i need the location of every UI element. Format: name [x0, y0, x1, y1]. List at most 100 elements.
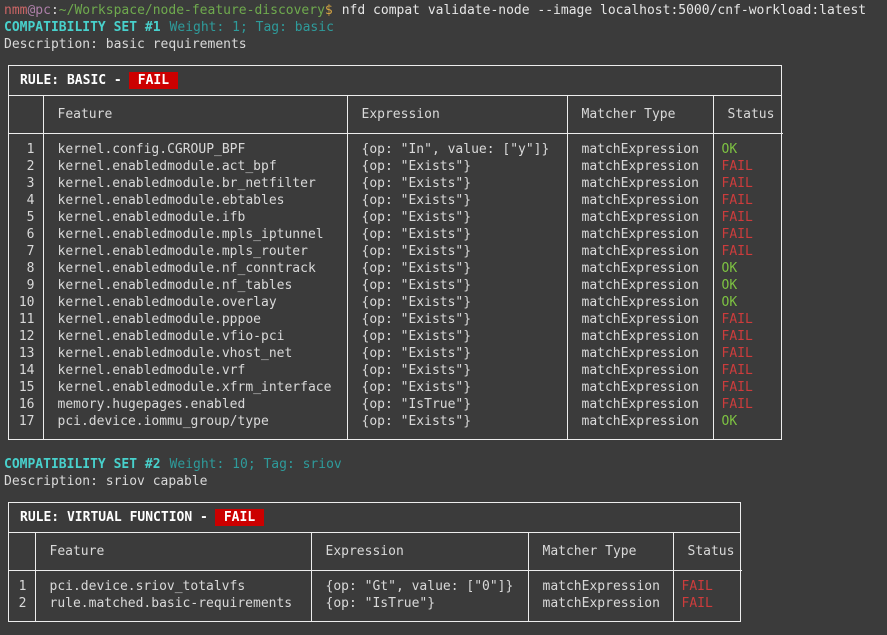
set-meta: Weight: 10; Tag: sriov: [161, 457, 342, 472]
matcher-type-cell: matchExpression: [567, 345, 713, 362]
status-cell: FAIL: [713, 226, 783, 243]
table-header-row: Feature Expression Matcher Type Status: [9, 533, 742, 571]
rule-table-virtual-function: RULE: VIRTUAL FUNCTION - FAIL Feature Exp…: [8, 502, 741, 622]
matcher-type-cell: matchExpression: [567, 134, 713, 159]
table-row: 16memory.hugepages.enabled{op: "IsTrue"}…: [9, 396, 783, 413]
rule-table: Feature Expression Matcher Type Status 1…: [9, 96, 783, 439]
expression-cell: {op: "Exists"}: [347, 294, 567, 311]
matcher-type-cell: matchExpression: [567, 260, 713, 277]
table-row: 4kernel.enabledmodule.ebtables{op: "Exis…: [9, 192, 783, 209]
rule-label: RULE: BASIC -: [20, 73, 122, 88]
feature-cell: kernel.enabledmodule.act_bpf: [43, 158, 347, 175]
rule-status-badge: FAIL: [129, 72, 178, 89]
compatibility-set-2: COMPATIBILITY SET #2Weight: 10; Tag: sri…: [4, 456, 887, 622]
status-cell: FAIL: [713, 175, 783, 192]
table-row: 3kernel.enabledmodule.br_netfilter{op: "…: [9, 175, 783, 192]
matcher-type-cell: matchExpression: [567, 277, 713, 294]
expression-cell: {op: "Exists"}: [347, 379, 567, 396]
prompt-colon: :: [51, 3, 59, 18]
table-row: 1pci.device.sriov_totalvfs{op: "Gt", val…: [9, 571, 742, 596]
row-number-cell: 2: [9, 595, 35, 621]
row-number-cell: 16: [9, 396, 43, 413]
row-number-cell: 2: [9, 158, 43, 175]
feature-cell: pci.device.sriov_totalvfs: [35, 571, 311, 596]
feature-cell: kernel.enabledmodule.mpls_iptunnel: [43, 226, 347, 243]
status-cell: FAIL: [673, 571, 742, 596]
table-row: 9kernel.enabledmodule.nf_tables{op: "Exi…: [9, 277, 783, 294]
column-header-expression: Expression: [311, 533, 528, 571]
status-cell: FAIL: [713, 192, 783, 209]
column-header-matcher-type: Matcher Type: [567, 96, 713, 134]
feature-cell: pci.device.iommu_group/type: [43, 413, 347, 439]
rule-table: Feature Expression Matcher Type Status 1…: [9, 533, 742, 621]
feature-cell: kernel.enabledmodule.nf_tables: [43, 277, 347, 294]
rule-table-basic: RULE: BASIC - FAIL Feature Expression Mat…: [8, 65, 782, 440]
status-cell: OK: [713, 260, 783, 277]
command-text: nfd compat validate-node --image localho…: [333, 3, 866, 18]
status-cell: FAIL: [713, 362, 783, 379]
expression-cell: {op: "In", value: ["y"]}: [347, 134, 567, 159]
matcher-type-cell: matchExpression: [528, 595, 673, 621]
compatibility-set-1: COMPATIBILITY SET #1Weight: 1; Tag: basi…: [4, 19, 887, 440]
matcher-type-cell: matchExpression: [567, 226, 713, 243]
status-cell: OK: [713, 134, 783, 159]
row-number-cell: 5: [9, 209, 43, 226]
matcher-type-cell: matchExpression: [567, 328, 713, 345]
matcher-type-cell: matchExpression: [567, 311, 713, 328]
row-number-cell: 14: [9, 362, 43, 379]
status-cell: OK: [713, 277, 783, 294]
row-number-cell: 11: [9, 311, 43, 328]
expression-cell: {op: "Exists"}: [347, 192, 567, 209]
feature-cell: kernel.enabledmodule.vrf: [43, 362, 347, 379]
set-description: Description: basic requirements: [4, 36, 887, 53]
prompt-host: @pc: [27, 3, 50, 18]
table-row: 17pci.device.iommu_group/type{op: "Exist…: [9, 413, 783, 439]
rule-header: RULE: BASIC - FAIL: [9, 66, 781, 96]
expression-cell: {op: "IsTrue"}: [311, 595, 528, 621]
column-header-feature: Feature: [35, 533, 311, 571]
set-title: COMPATIBILITY SET #2: [4, 457, 161, 472]
row-number-cell: 15: [9, 379, 43, 396]
row-number-cell: 1: [9, 134, 43, 159]
table-row: 2kernel.enabledmodule.act_bpf{op: "Exist…: [9, 158, 783, 175]
prompt-line: nmm@pc:~/Workspace/node-feature-discover…: [4, 2, 887, 19]
set-description: Description: sriov capable: [4, 473, 887, 490]
expression-cell: {op: "Exists"}: [347, 413, 567, 439]
expression-cell: {op: "Gt", value: ["0"]}: [311, 571, 528, 596]
feature-cell: kernel.enabledmodule.br_netfilter: [43, 175, 347, 192]
expression-cell: {op: "Exists"}: [347, 175, 567, 192]
expression-cell: {op: "Exists"}: [347, 226, 567, 243]
status-cell: OK: [713, 413, 783, 439]
feature-cell: kernel.enabledmodule.ifb: [43, 209, 347, 226]
status-cell: FAIL: [673, 595, 742, 621]
feature-cell: kernel.enabledmodule.ebtables: [43, 192, 347, 209]
feature-cell: kernel.enabledmodule.vfio-pci: [43, 328, 347, 345]
row-number-cell: 10: [9, 294, 43, 311]
column-header-index: [9, 96, 43, 134]
set-meta: Weight: 1; Tag: basic: [161, 20, 334, 35]
feature-cell: kernel.config.CGROUP_BPF: [43, 134, 347, 159]
column-header-status: Status: [713, 96, 783, 134]
status-cell: FAIL: [713, 396, 783, 413]
feature-cell: kernel.enabledmodule.nf_conntrack: [43, 260, 347, 277]
prompt-path: ~/Workspace/node-feature-discovery: [59, 3, 325, 18]
table-row: 2rule.matched.basic-requirements{op: "Is…: [9, 595, 742, 621]
expression-cell: {op: "Exists"}: [347, 158, 567, 175]
table-row: 11kernel.enabledmodule.pppoe{op: "Exists…: [9, 311, 783, 328]
feature-cell: kernel.enabledmodule.vhost_net: [43, 345, 347, 362]
matcher-type-cell: matchExpression: [567, 209, 713, 226]
matcher-type-cell: matchExpression: [567, 379, 713, 396]
column-header-index: [9, 533, 35, 571]
row-number-cell: 17: [9, 413, 43, 439]
status-cell: FAIL: [713, 243, 783, 260]
expression-cell: {op: "Exists"}: [347, 328, 567, 345]
column-header-feature: Feature: [43, 96, 347, 134]
feature-cell: kernel.enabledmodule.mpls_router: [43, 243, 347, 260]
row-number-cell: 1: [9, 571, 35, 596]
status-cell: FAIL: [713, 328, 783, 345]
expression-cell: {op: "IsTrue"}: [347, 396, 567, 413]
rule-label: RULE: VIRTUAL FUNCTION -: [20, 510, 208, 525]
table-row: 7kernel.enabledmodule.mpls_router{op: "E…: [9, 243, 783, 260]
matcher-type-cell: matchExpression: [567, 192, 713, 209]
matcher-type-cell: matchExpression: [567, 396, 713, 413]
